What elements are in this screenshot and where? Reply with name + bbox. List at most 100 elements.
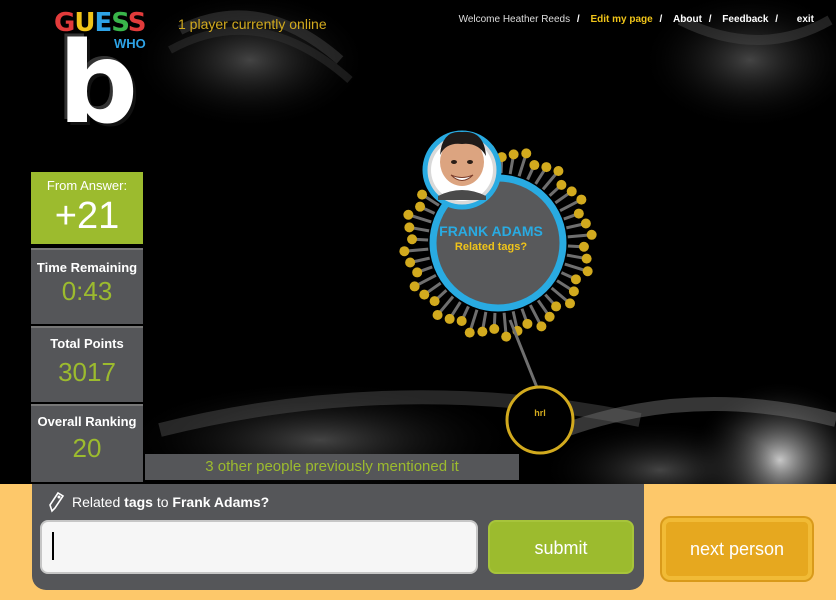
spoke-dot: [573, 208, 584, 219]
spoke-dot: [464, 327, 475, 338]
spoke-dot: [568, 286, 579, 297]
spoke-line: [550, 286, 568, 302]
mentioned-count-banner: 3 other people previously mentioned it: [145, 454, 519, 480]
panel-title: Related tags to Frank Adams?: [72, 494, 269, 510]
spoke-dot: [409, 281, 420, 292]
spoke-dot: [556, 179, 567, 190]
spoke-line: [541, 173, 557, 191]
total-points-card: Total Points 3017: [31, 326, 143, 402]
spoke-line: [416, 237, 429, 242]
spoke-dot: [551, 301, 562, 312]
spoke-line: [544, 293, 555, 305]
time-remaining-value: 0:43: [61, 276, 113, 306]
panel-title-prefix: Related: [72, 494, 125, 510]
panel-title-tags: tags: [124, 494, 153, 510]
app-root: GUESS WHO b 1 player currently online We…: [0, 0, 836, 600]
spoke-line: [426, 281, 442, 294]
total-points-value: 3017: [58, 357, 116, 387]
spoke-dot: [529, 160, 540, 171]
spoke-dot: [419, 289, 430, 300]
spoke-line: [534, 169, 546, 185]
spoke-line: [511, 311, 519, 328]
spoke-dot: [570, 274, 581, 285]
spoke-line: [450, 301, 462, 317]
tag-input[interactable]: [40, 520, 478, 574]
from-answer-card: From Answer: +21: [31, 172, 143, 244]
pencil-icon: [49, 491, 65, 513]
spoke-dot: [580, 218, 591, 229]
spoke-line: [566, 253, 583, 260]
spoke-dot: [522, 318, 533, 329]
spoke-line: [411, 214, 432, 224]
spoke-dot: [432, 310, 443, 321]
spoke-dot: [444, 313, 455, 324]
spoke-dot: [576, 194, 587, 205]
spoke-dot: [399, 246, 410, 257]
spoke-line: [461, 305, 470, 318]
spoke-dot: [586, 229, 597, 240]
spoke-dot: [415, 201, 426, 212]
spoke-dot: [407, 234, 418, 245]
spoke-line: [559, 200, 579, 213]
spoke-line: [420, 265, 433, 273]
spoke-dot: [565, 298, 576, 309]
spoke-dot: [536, 321, 547, 332]
spoke-dot: [477, 326, 488, 337]
person-name: FRANK ADAMS: [439, 223, 543, 239]
spoke-line: [417, 273, 437, 286]
from-answer-label: From Answer:: [46, 178, 128, 193]
spoke-line: [567, 244, 580, 249]
related-tags-prompt: Related tags?: [455, 241, 527, 253]
submit-button[interactable]: submit: [488, 520, 634, 574]
spoke-line: [536, 299, 549, 315]
spoke-line: [492, 312, 497, 325]
spoke-dot: [403, 209, 414, 220]
spoke-line: [563, 213, 576, 221]
spoke-dot: [429, 296, 440, 307]
spoke-line: [566, 222, 583, 230]
spoke-dot: [405, 257, 416, 268]
overall-ranking-card: Overall Ranking 20: [31, 404, 143, 482]
spoke-line: [413, 256, 430, 264]
spoke-line: [556, 279, 572, 291]
spoke-dot: [489, 323, 500, 334]
spoke-line: [439, 295, 455, 313]
spoke-dot: [501, 331, 512, 342]
spoke-dot: [412, 267, 423, 278]
spoke-line: [413, 226, 430, 233]
spoke-line: [526, 168, 535, 181]
time-remaining-card: Time Remaining 0:43: [31, 248, 143, 324]
from-answer-value: +21: [54, 195, 120, 237]
total-points-label: Total Points: [50, 336, 124, 351]
spoke-dot: [582, 266, 593, 277]
spoke-line: [469, 309, 479, 330]
spoke-dot: [578, 241, 589, 252]
text-caret: [52, 532, 54, 560]
spoke-dot: [553, 165, 564, 176]
overall-ranking-label: Overall Ranking: [37, 414, 137, 429]
spoke-dot: [581, 253, 592, 264]
overall-ranking-value: 20: [72, 433, 102, 463]
spoke-line: [508, 158, 515, 175]
spoke-line: [408, 247, 429, 253]
spoke-dot: [541, 162, 552, 173]
spoke-dot: [566, 186, 577, 197]
spoke-dot: [456, 315, 467, 326]
next-person-button[interactable]: next person: [662, 518, 812, 580]
panel-title-person: Frank Adams?: [172, 494, 270, 510]
spoke-dot: [417, 189, 428, 200]
tag-link-line: [508, 319, 542, 396]
spoke-line: [502, 312, 508, 333]
spoke-line: [423, 206, 436, 215]
spoke-line: [548, 186, 560, 197]
tag-node-label: hrl: [534, 408, 546, 418]
person-photo: [422, 130, 502, 210]
spoke-line: [517, 156, 527, 177]
tag-node-hrl[interactable]: [505, 385, 575, 455]
spoke-dot: [521, 148, 532, 159]
panel-title-to: to: [152, 494, 173, 510]
spoke-line: [567, 233, 588, 239]
spoke-dot: [404, 222, 415, 233]
spoke-dot: [544, 311, 555, 322]
spoke-line: [564, 262, 585, 272]
